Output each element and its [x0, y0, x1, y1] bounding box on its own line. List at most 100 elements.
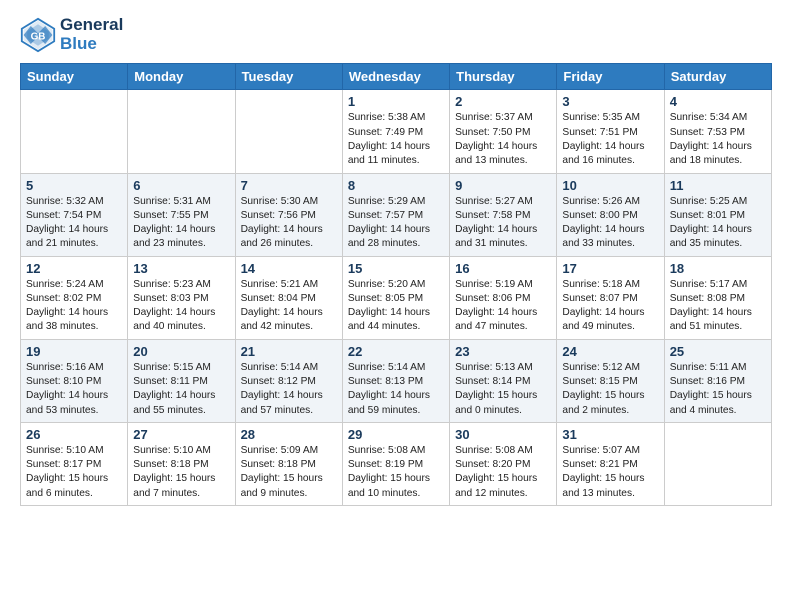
day-number: 27 [133, 427, 229, 442]
day-info: Sunrise: 5:18 AMSunset: 8:07 PMDaylight:… [562, 278, 658, 335]
day-info: Sunrise: 5:37 AMSunset: 7:50 PMDaylight:… [455, 111, 551, 168]
day-info: Sunrise: 5:07 AMSunset: 8:21 PMDaylight:… [562, 444, 658, 501]
day-number: 23 [455, 344, 551, 359]
day-info: Sunrise: 5:29 AMSunset: 7:57 PMDaylight:… [348, 195, 444, 252]
day-info: Sunrise: 5:35 AMSunset: 7:51 PMDaylight:… [562, 111, 658, 168]
day-number: 19 [26, 344, 122, 359]
day-number: 31 [562, 427, 658, 442]
day-number: 20 [133, 344, 229, 359]
day-number: 12 [26, 261, 122, 276]
header: GB General Blue [20, 16, 772, 53]
calendar-cell: 24 Sunrise: 5:12 AMSunset: 8:15 PMDayligh… [557, 339, 664, 422]
day-info: Sunrise: 5:20 AMSunset: 8:05 PMDaylight:… [348, 278, 444, 335]
day-number: 18 [670, 261, 766, 276]
day-info: Sunrise: 5:31 AMSunset: 7:55 PMDaylight:… [133, 195, 229, 252]
day-number: 25 [670, 344, 766, 359]
day-number: 3 [562, 94, 658, 109]
day-number: 4 [670, 94, 766, 109]
day-info: Sunrise: 5:12 AMSunset: 8:15 PMDaylight:… [562, 361, 658, 418]
day-number: 26 [26, 427, 122, 442]
day-number: 21 [241, 344, 337, 359]
weekday-header-thursday: Thursday [450, 64, 557, 90]
day-info: Sunrise: 5:16 AMSunset: 8:10 PMDaylight:… [26, 361, 122, 418]
day-info: Sunrise: 5:34 AMSunset: 7:53 PMDaylight:… [670, 111, 766, 168]
calendar-cell: 26Sunrise: 5:10 AMSunset: 8:17 PMDayligh… [21, 422, 128, 505]
calendar-cell [235, 90, 342, 173]
calendar-cell: 23 Sunrise: 5:13 AMSunset: 8:14 PMDayligh… [450, 339, 557, 422]
day-number: 10 [562, 178, 658, 193]
day-info: Sunrise: 5:10 AMSunset: 8:18 PMDaylight:… [133, 444, 229, 501]
week-row: 1 Sunrise: 5:38 AMSunset: 7:49 PMDaylight… [21, 90, 772, 173]
calendar-cell: 25Sunrise: 5:11 AMSunset: 8:16 PMDayligh… [664, 339, 771, 422]
day-info: Sunrise: 5:14 AMSunset: 8:12 PMDaylight:… [241, 361, 337, 418]
day-number: 14 [241, 261, 337, 276]
day-number: 30 [455, 427, 551, 442]
day-info: Sunrise: 5:13 AMSunset: 8:14 PMDaylight:… [455, 361, 551, 418]
calendar-cell [664, 422, 771, 505]
day-info: Sunrise: 5:21 AMSunset: 8:04 PMDaylight:… [241, 278, 337, 335]
day-number: 9 [455, 178, 551, 193]
calendar-cell: 18 Sunrise: 5:17 AMSunset: 8:08 PMDayligh… [664, 256, 771, 339]
calendar-cell: 21 Sunrise: 5:14 AMSunset: 8:12 PMDayligh… [235, 339, 342, 422]
weekday-header-friday: Friday [557, 64, 664, 90]
weekday-header-wednesday: Wednesday [342, 64, 449, 90]
week-row: 19 Sunrise: 5:16 AMSunset: 8:10 PMDayligh… [21, 339, 772, 422]
day-info: Sunrise: 5:08 AMSunset: 8:20 PMDaylight:… [455, 444, 551, 501]
calendar-cell: 7 Sunrise: 5:30 AMSunset: 7:56 PMDaylight… [235, 173, 342, 256]
calendar-cell: 12 Sunrise: 5:24 AMSunset: 8:02 PMDayligh… [21, 256, 128, 339]
calendar-cell: 10 Sunrise: 5:26 AMSunset: 8:00 PMDayligh… [557, 173, 664, 256]
calendar-cell: 22Sunrise: 5:14 AMSunset: 8:13 PMDayligh… [342, 339, 449, 422]
calendar-cell: 11 Sunrise: 5:25 AMSunset: 8:01 PMDayligh… [664, 173, 771, 256]
calendar-cell: 3 Sunrise: 5:35 AMSunset: 7:51 PMDaylight… [557, 90, 664, 173]
week-row: 12 Sunrise: 5:24 AMSunset: 8:02 PMDayligh… [21, 256, 772, 339]
day-number: 15 [348, 261, 444, 276]
calendar-cell: 2 Sunrise: 5:37 AMSunset: 7:50 PMDaylight… [450, 90, 557, 173]
page: GB General Blue SundayMondayTuesdayWedne… [0, 0, 792, 522]
logo-icon: GB [20, 17, 56, 53]
day-number: 24 [562, 344, 658, 359]
logo-text: General Blue [60, 16, 123, 53]
day-info: Sunrise: 5:24 AMSunset: 8:02 PMDaylight:… [26, 278, 122, 335]
calendar-cell [21, 90, 128, 173]
calendar-cell: 19 Sunrise: 5:16 AMSunset: 8:10 PMDayligh… [21, 339, 128, 422]
calendar-cell [128, 90, 235, 173]
weekday-row: SundayMondayTuesdayWednesdayThursdayFrid… [21, 64, 772, 90]
day-number: 1 [348, 94, 444, 109]
day-number: 16 [455, 261, 551, 276]
calendar-cell: 15 Sunrise: 5:20 AMSunset: 8:05 PMDayligh… [342, 256, 449, 339]
weekday-header-saturday: Saturday [664, 64, 771, 90]
day-info: Sunrise: 5:09 AMSunset: 8:18 PMDaylight:… [241, 444, 337, 501]
week-row: 26Sunrise: 5:10 AMSunset: 8:17 PMDayligh… [21, 422, 772, 505]
calendar-cell: 27 Sunrise: 5:10 AMSunset: 8:18 PMDayligh… [128, 422, 235, 505]
calendar-cell: 17Sunrise: 5:18 AMSunset: 8:07 PMDayligh… [557, 256, 664, 339]
day-number: 11 [670, 178, 766, 193]
day-number: 5 [26, 178, 122, 193]
calendar-cell: 28 Sunrise: 5:09 AMSunset: 8:18 PMDayligh… [235, 422, 342, 505]
calendar-cell: 30 Sunrise: 5:08 AMSunset: 8:20 PMDayligh… [450, 422, 557, 505]
calendar-cell: 5Sunrise: 5:32 AMSunset: 7:54 PMDaylight… [21, 173, 128, 256]
logo: GB General Blue [20, 16, 123, 53]
day-info: Sunrise: 5:38 AMSunset: 7:49 PMDaylight:… [348, 111, 444, 168]
calendar-cell: 9Sunrise: 5:27 AMSunset: 7:58 PMDaylight… [450, 173, 557, 256]
calendar-cell: 8 Sunrise: 5:29 AMSunset: 7:57 PMDaylight… [342, 173, 449, 256]
weekday-header-sunday: Sunday [21, 64, 128, 90]
calendar-table: SundayMondayTuesdayWednesdayThursdayFrid… [20, 63, 772, 506]
day-number: 7 [241, 178, 337, 193]
weekday-header-monday: Monday [128, 64, 235, 90]
day-number: 28 [241, 427, 337, 442]
calendar-cell: 4 Sunrise: 5:34 AMSunset: 7:53 PMDaylight… [664, 90, 771, 173]
day-info: Sunrise: 5:15 AMSunset: 8:11 PMDaylight:… [133, 361, 229, 418]
calendar-cell: 1 Sunrise: 5:38 AMSunset: 7:49 PMDaylight… [342, 90, 449, 173]
day-info: Sunrise: 5:19 AMSunset: 8:06 PMDaylight:… [455, 278, 551, 335]
day-info: Sunrise: 5:23 AMSunset: 8:03 PMDaylight:… [133, 278, 229, 335]
day-number: 29 [348, 427, 444, 442]
day-info: Sunrise: 5:17 AMSunset: 8:08 PMDaylight:… [670, 278, 766, 335]
day-info: Sunrise: 5:26 AMSunset: 8:00 PMDaylight:… [562, 195, 658, 252]
day-info: Sunrise: 5:25 AMSunset: 8:01 PMDaylight:… [670, 195, 766, 252]
day-info: Sunrise: 5:30 AMSunset: 7:56 PMDaylight:… [241, 195, 337, 252]
calendar-cell: 13Sunrise: 5:23 AMSunset: 8:03 PMDayligh… [128, 256, 235, 339]
day-number: 8 [348, 178, 444, 193]
calendar-cell: 20 Sunrise: 5:15 AMSunset: 8:11 PMDayligh… [128, 339, 235, 422]
weekday-header-tuesday: Tuesday [235, 64, 342, 90]
day-number: 2 [455, 94, 551, 109]
